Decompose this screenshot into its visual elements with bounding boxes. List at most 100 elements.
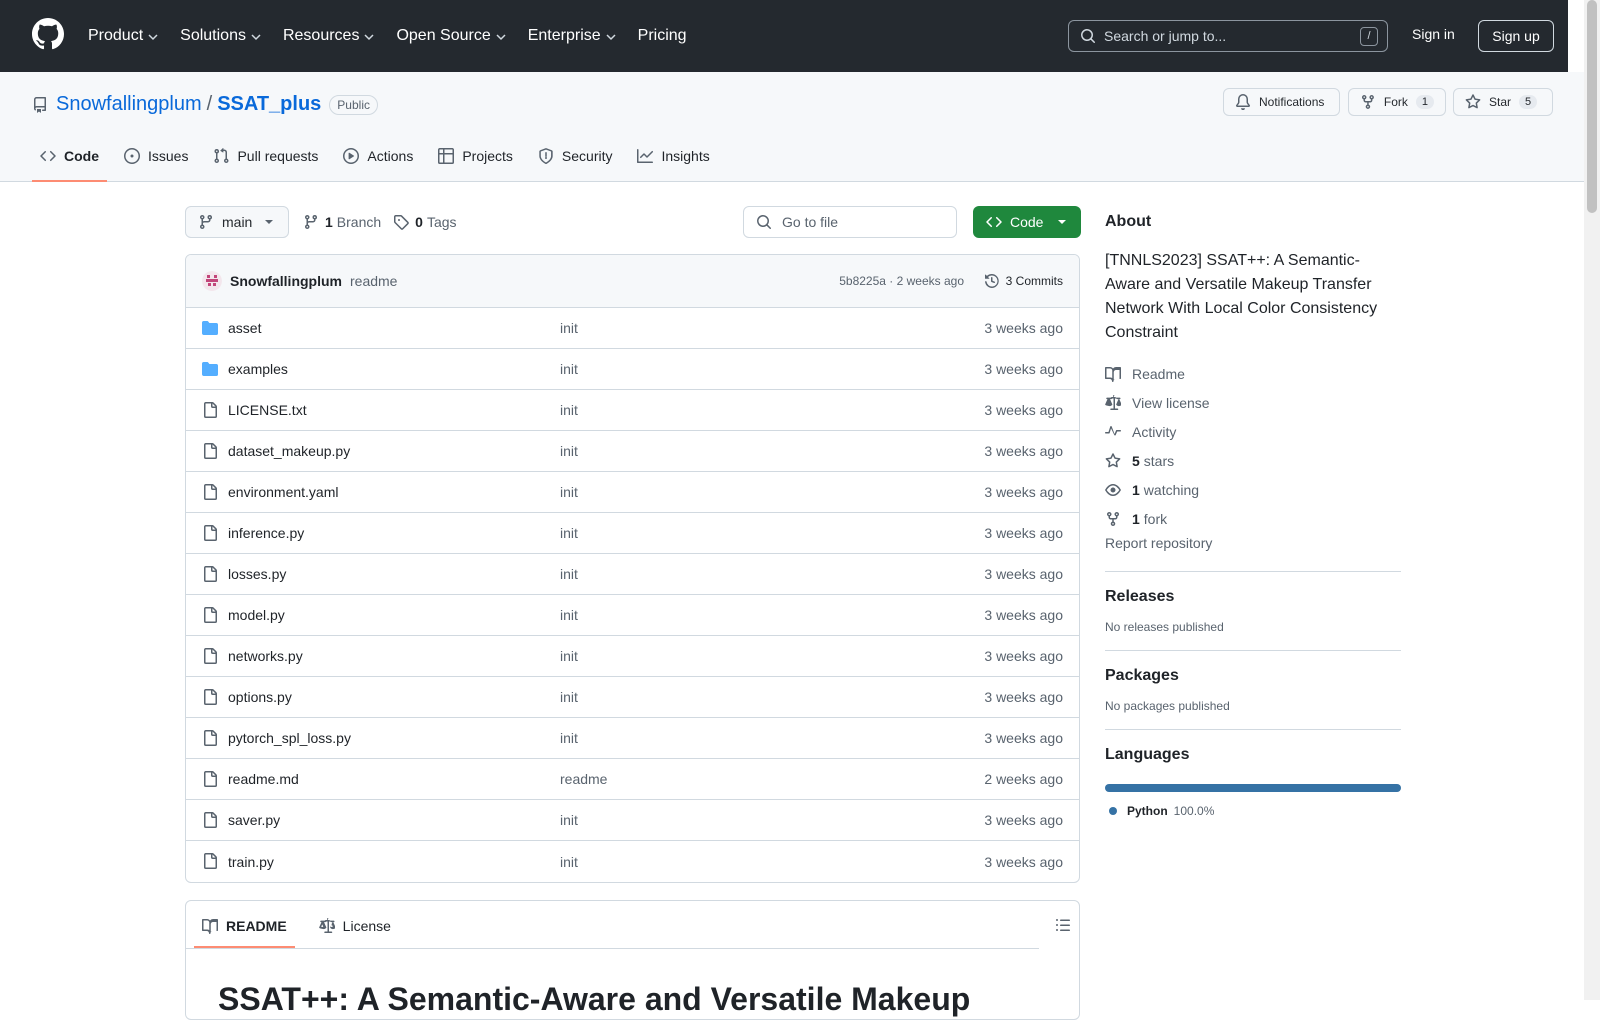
commit-date: 3 weeks ago	[984, 525, 1063, 541]
commit-hash-and-time[interactable]: 5b8225a · 2 weeks ago	[839, 274, 964, 288]
commit-message-link[interactable]: init	[560, 484, 578, 500]
nav-item-solutions[interactable]: Solutions	[180, 27, 262, 45]
sign-up-button[interactable]: Sign up	[1478, 20, 1554, 52]
commit-message-link[interactable]: readme	[350, 273, 397, 289]
table-row[interactable]: dataset_makeup.py init 3 weeks ago	[186, 431, 1079, 472]
table-row[interactable]: pytorch_spl_loss.py init 3 weeks ago	[186, 718, 1079, 759]
tab-license[interactable]: License	[311, 918, 399, 948]
commit-message-link[interactable]: init	[560, 566, 578, 582]
tab-issues[interactable]: Issues	[116, 132, 196, 180]
file-name-link[interactable]: model.py	[228, 607, 285, 623]
nav-item-open-source[interactable]: Open Source	[396, 27, 506, 45]
file-name-link[interactable]: environment.yaml	[228, 484, 339, 500]
scrollbar-thumb[interactable]	[1587, 0, 1597, 213]
nav-item-pricing[interactable]: Pricing	[638, 27, 687, 45]
file-name-link[interactable]: dataset_makeup.py	[228, 443, 350, 459]
table-row[interactable]: readme.md readme 2 weeks ago	[186, 759, 1079, 800]
releases-heading[interactable]: Releases	[1105, 588, 1401, 606]
tab-insights[interactable]: Insights	[629, 132, 717, 180]
nav-item-label: Product	[88, 27, 144, 44]
commit-date: 3 weeks ago	[984, 648, 1063, 664]
commit-message-link[interactable]: init	[560, 320, 578, 336]
global-search-input[interactable]: Search or jump to... /	[1068, 20, 1388, 52]
notifications-button[interactable]: Notifications	[1223, 88, 1340, 116]
commit-message-link[interactable]: init	[560, 525, 578, 541]
about-link-readme[interactable]: Readme	[1105, 359, 1401, 388]
commit-message-link[interactable]: init	[560, 648, 578, 664]
commit-message-link[interactable]: init	[560, 854, 578, 870]
repo-name-link[interactable]: SSAT_plus	[217, 93, 321, 116]
tab-actions[interactable]: Actions	[335, 132, 421, 180]
repo-owner-link[interactable]: Snowfallingplum	[56, 93, 202, 116]
divider	[1105, 571, 1401, 572]
commit-date: 3 weeks ago	[984, 853, 1063, 870]
nav-item-resources[interactable]: Resources	[283, 27, 375, 45]
file-name-link[interactable]: LICENSE.txt	[228, 402, 307, 418]
report-repository-link[interactable]: Report repository	[1105, 535, 1401, 555]
file-name-link[interactable]: options.py	[228, 689, 292, 705]
commit-date: 3 weeks ago	[984, 320, 1063, 336]
table-row[interactable]: examples init 3 weeks ago	[186, 349, 1079, 390]
table-row[interactable]: LICENSE.txt init 3 weeks ago	[186, 390, 1079, 431]
file-name-link[interactable]: asset	[228, 320, 261, 336]
packages-heading[interactable]: Packages	[1105, 667, 1401, 685]
nav-item-enterprise[interactable]: Enterprise	[528, 27, 617, 45]
about-link-view-license[interactable]: View license	[1105, 388, 1401, 417]
table-row[interactable]: losses.py init 3 weeks ago	[186, 554, 1079, 595]
table-row[interactable]: asset init 3 weeks ago	[186, 308, 1079, 349]
tab-label: Security	[561, 148, 613, 164]
file-name-link[interactable]: saver.py	[228, 812, 280, 828]
search-icon	[1081, 29, 1095, 43]
tags-link[interactable]: 0 Tags	[393, 214, 457, 230]
file-icon	[204, 689, 217, 705]
commit-message-link[interactable]: readme	[560, 771, 607, 787]
table-row[interactable]: options.py init 3 weeks ago	[186, 677, 1079, 718]
file-name-link[interactable]: examples	[228, 361, 288, 377]
go-to-file-input[interactable]: Go to file	[743, 206, 957, 238]
tab-security[interactable]: Security	[530, 132, 621, 180]
sign-in-link[interactable]: Sign in	[1412, 26, 1455, 42]
about-link-activity[interactable]: Activity	[1105, 417, 1401, 446]
file-name-link[interactable]: networks.py	[228, 648, 303, 664]
about-link-watching[interactable]: 1 watching	[1105, 475, 1401, 504]
commit-message-link[interactable]: init	[560, 607, 578, 623]
tab-code[interactable]: Code	[32, 132, 107, 182]
table-row[interactable]: environment.yaml init 3 weeks ago	[186, 472, 1079, 513]
table-row[interactable]: model.py init 3 weeks ago	[186, 595, 1079, 636]
about-link-stars[interactable]: 5 stars	[1105, 446, 1401, 475]
commits-history-link[interactable]: 3 Commits	[984, 273, 1063, 289]
table-row[interactable]: saver.py init 3 weeks ago	[186, 800, 1079, 841]
commit-message-link[interactable]: init	[560, 730, 578, 746]
file-name-link[interactable]: readme.md	[228, 771, 299, 787]
list-unordered-icon[interactable]	[1055, 917, 1071, 933]
commit-message-link[interactable]: init	[560, 812, 578, 828]
star-button[interactable]: Star 5	[1453, 88, 1553, 116]
avatar[interactable]	[202, 271, 222, 291]
file-name-link[interactable]: inference.py	[228, 525, 304, 541]
commit-message-link[interactable]: init	[560, 689, 578, 705]
tab-readme[interactable]: README	[194, 918, 295, 948]
tab-projects[interactable]: Projects	[430, 132, 521, 180]
fork-button[interactable]: Fork 1	[1348, 88, 1446, 116]
github-logo-icon[interactable]	[32, 18, 64, 50]
commit-author-link[interactable]: Snowfallingplum	[230, 273, 342, 289]
branches-link[interactable]: 1 Branch	[303, 214, 381, 230]
language-item-python[interactable]: Python 100.0%	[1105, 804, 1401, 818]
table-row[interactable]: inference.py init 3 weeks ago	[186, 513, 1079, 554]
nav-item-label: Enterprise	[527, 27, 601, 44]
tab-pull-requests[interactable]: Pull requests	[205, 132, 326, 180]
commit-message-link[interactable]: init	[560, 361, 578, 377]
file-name-link[interactable]: train.py	[228, 854, 274, 870]
latest-commit-bar: Snowfallingplum readme 5b8225a · 2 weeks…	[186, 255, 1079, 308]
repo-sidebar: About [TNNLS2023] SSAT++: A Semantic-Awa…	[1105, 206, 1401, 818]
commit-message-link[interactable]: init	[560, 402, 578, 418]
about-link-fork[interactable]: 1 fork	[1105, 504, 1401, 533]
table-row[interactable]: train.py init 3 weeks ago	[186, 841, 1079, 882]
commit-message-link[interactable]: init	[560, 443, 578, 459]
file-name-link[interactable]: losses.py	[228, 566, 286, 582]
table-row[interactable]: networks.py init 3 weeks ago	[186, 636, 1079, 677]
nav-item-product[interactable]: Product	[88, 27, 159, 45]
code-dropdown-button[interactable]: Code	[973, 206, 1081, 238]
file-name-link[interactable]: pytorch_spl_loss.py	[228, 730, 351, 746]
branch-selector[interactable]: main	[185, 206, 289, 238]
